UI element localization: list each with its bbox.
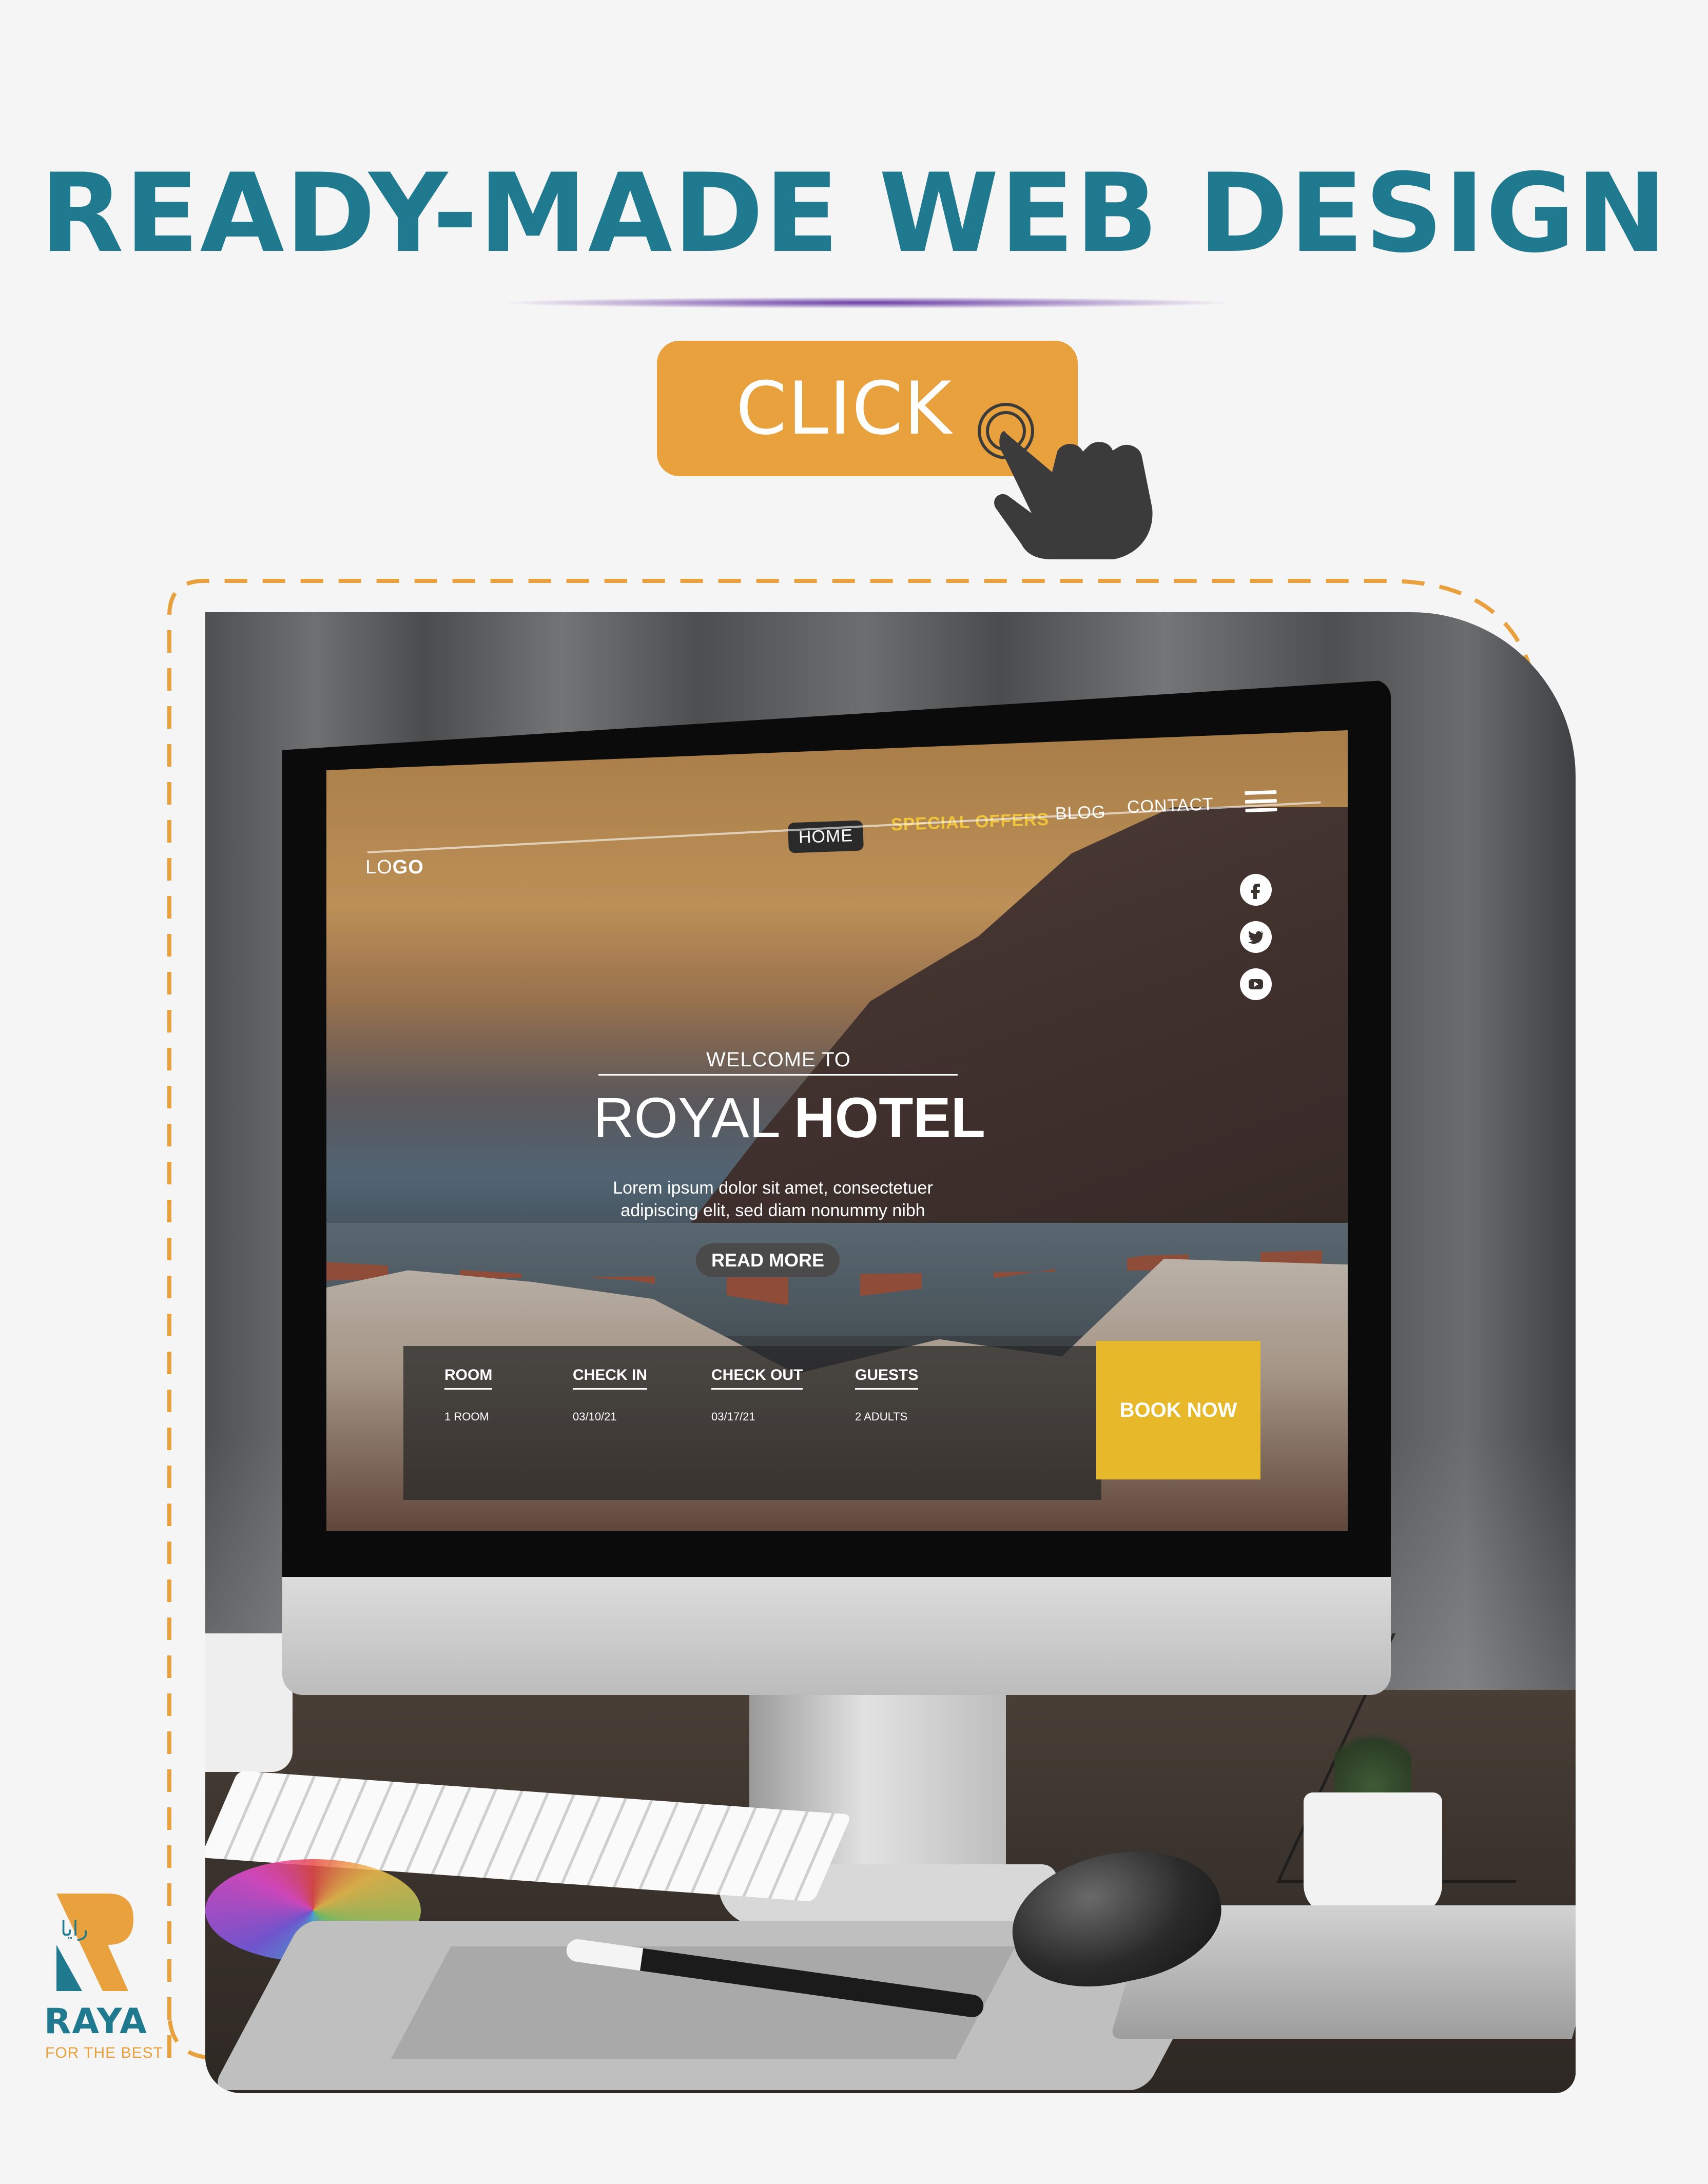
desk-photo: LOGO HOME SPECIAL OFFERS BLOG CONTACT WE…	[205, 612, 1576, 2093]
raya-logo-mark: رايا	[56, 1894, 133, 1991]
booking-check-out-field[interactable]: CHECK OUT 03/17/21	[711, 1367, 803, 1424]
booking-room-field[interactable]: ROOM 1 ROOM	[444, 1367, 493, 1424]
youtube-icon[interactable]	[1240, 968, 1272, 1000]
read-more-button[interactable]: READ MORE	[696, 1243, 840, 1277]
twitter-icon[interactable]	[1240, 921, 1272, 953]
plant-leaves	[1334, 1721, 1411, 1803]
book-now-button[interactable]: BOOK NOW	[1096, 1341, 1260, 1479]
booking-bar: ROOM 1 ROOM CHECK IN 03/10/21 CHECK OUT …	[403, 1346, 1101, 1500]
plant-pot	[1304, 1792, 1442, 1916]
hero-title: ROYAL HOTEL	[593, 1086, 985, 1149]
brand-name: RAYA	[44, 2001, 148, 2042]
nav-contact[interactable]: CONTACT	[1127, 794, 1214, 817]
hand-pointer-icon	[978, 403, 1153, 559]
nav-home[interactable]: HOME	[788, 820, 864, 853]
hotel-website-screen: LOGO HOME SPECIAL OFFERS BLOG CONTACT WE…	[326, 730, 1348, 1531]
page-headline: READY-MADE WEB DESIGN	[40, 150, 1668, 277]
coffee-cup	[205, 1633, 293, 1772]
hero-rule	[598, 1074, 958, 1076]
booking-guests-field[interactable]: GUESTS 2 ADULTS	[855, 1367, 919, 1424]
facebook-icon[interactable]	[1240, 874, 1272, 906]
headline-divider	[508, 297, 1227, 308]
hero-text: Lorem ipsum dolor sit amet, consectetuer…	[613, 1178, 933, 1221]
monitor-chin	[282, 1577, 1391, 1695]
site-logo[interactable]: LOGO	[365, 856, 424, 879]
menu-icon[interactable]	[1245, 790, 1277, 816]
brand-tagline: FOR THE BEST	[45, 2044, 163, 2061]
hero-welcome: WELCOME TO	[706, 1048, 851, 1071]
svg-text:رايا: رايا	[61, 1917, 88, 1941]
booking-check-in-field[interactable]: CHECK IN 03/10/21	[573, 1367, 648, 1424]
